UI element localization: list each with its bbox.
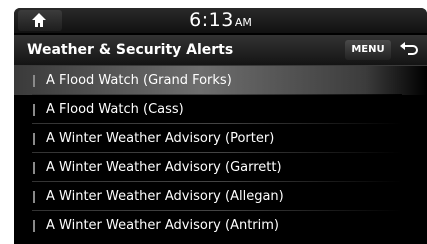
back-arrow-icon[interactable] (399, 41, 419, 59)
list-item[interactable]: A Winter Weather Advisory (Porter) (14, 124, 427, 153)
list-item-label: A Winter Weather Advisory (Garrett) (46, 160, 282, 175)
list-item-label: A Flood Watch (Grand Forks) (46, 73, 232, 88)
list-item[interactable]: A Flood Watch (Cass) (14, 95, 427, 124)
list-item[interactable]: A Winter Weather Advisory (Allegan) (14, 182, 427, 211)
list-item-marker (33, 220, 35, 232)
menu-button[interactable]: MENU (345, 40, 391, 60)
list-item-marker (33, 191, 35, 203)
list-item-label: A Winter Weather Advisory (Antrim) (46, 218, 279, 233)
page-title: Weather & Security Alerts (27, 42, 234, 58)
clock-ampm: AM (234, 16, 252, 29)
list-item-marker (33, 133, 35, 145)
list-item-selected[interactable]: A Flood Watch (Grand Forks) (14, 66, 427, 95)
list-item-label: A Winter Weather Advisory (Porter) (46, 131, 275, 146)
list-item-marker (33, 162, 35, 174)
clock-time: 6:13 (189, 9, 234, 31)
title-bar: Weather & Security Alerts MENU (14, 35, 427, 66)
list-item-marker (33, 75, 35, 87)
list-item-marker (33, 104, 35, 116)
list-item-label: A Flood Watch (Cass) (46, 102, 184, 117)
clock: 6:13AM (14, 8, 427, 33)
head-unit-screen: 6:13AM Weather & Security Alerts MENU A … (14, 8, 427, 244)
status-bar: 6:13AM (14, 8, 427, 33)
alerts-list: A Flood Watch (Grand Forks) A Flood Watc… (14, 66, 427, 240)
list-item-label: A Winter Weather Advisory (Allegan) (46, 189, 284, 204)
list-item[interactable]: A Winter Weather Advisory (Antrim) (14, 211, 427, 240)
list-item[interactable]: A Winter Weather Advisory (Garrett) (14, 153, 427, 182)
